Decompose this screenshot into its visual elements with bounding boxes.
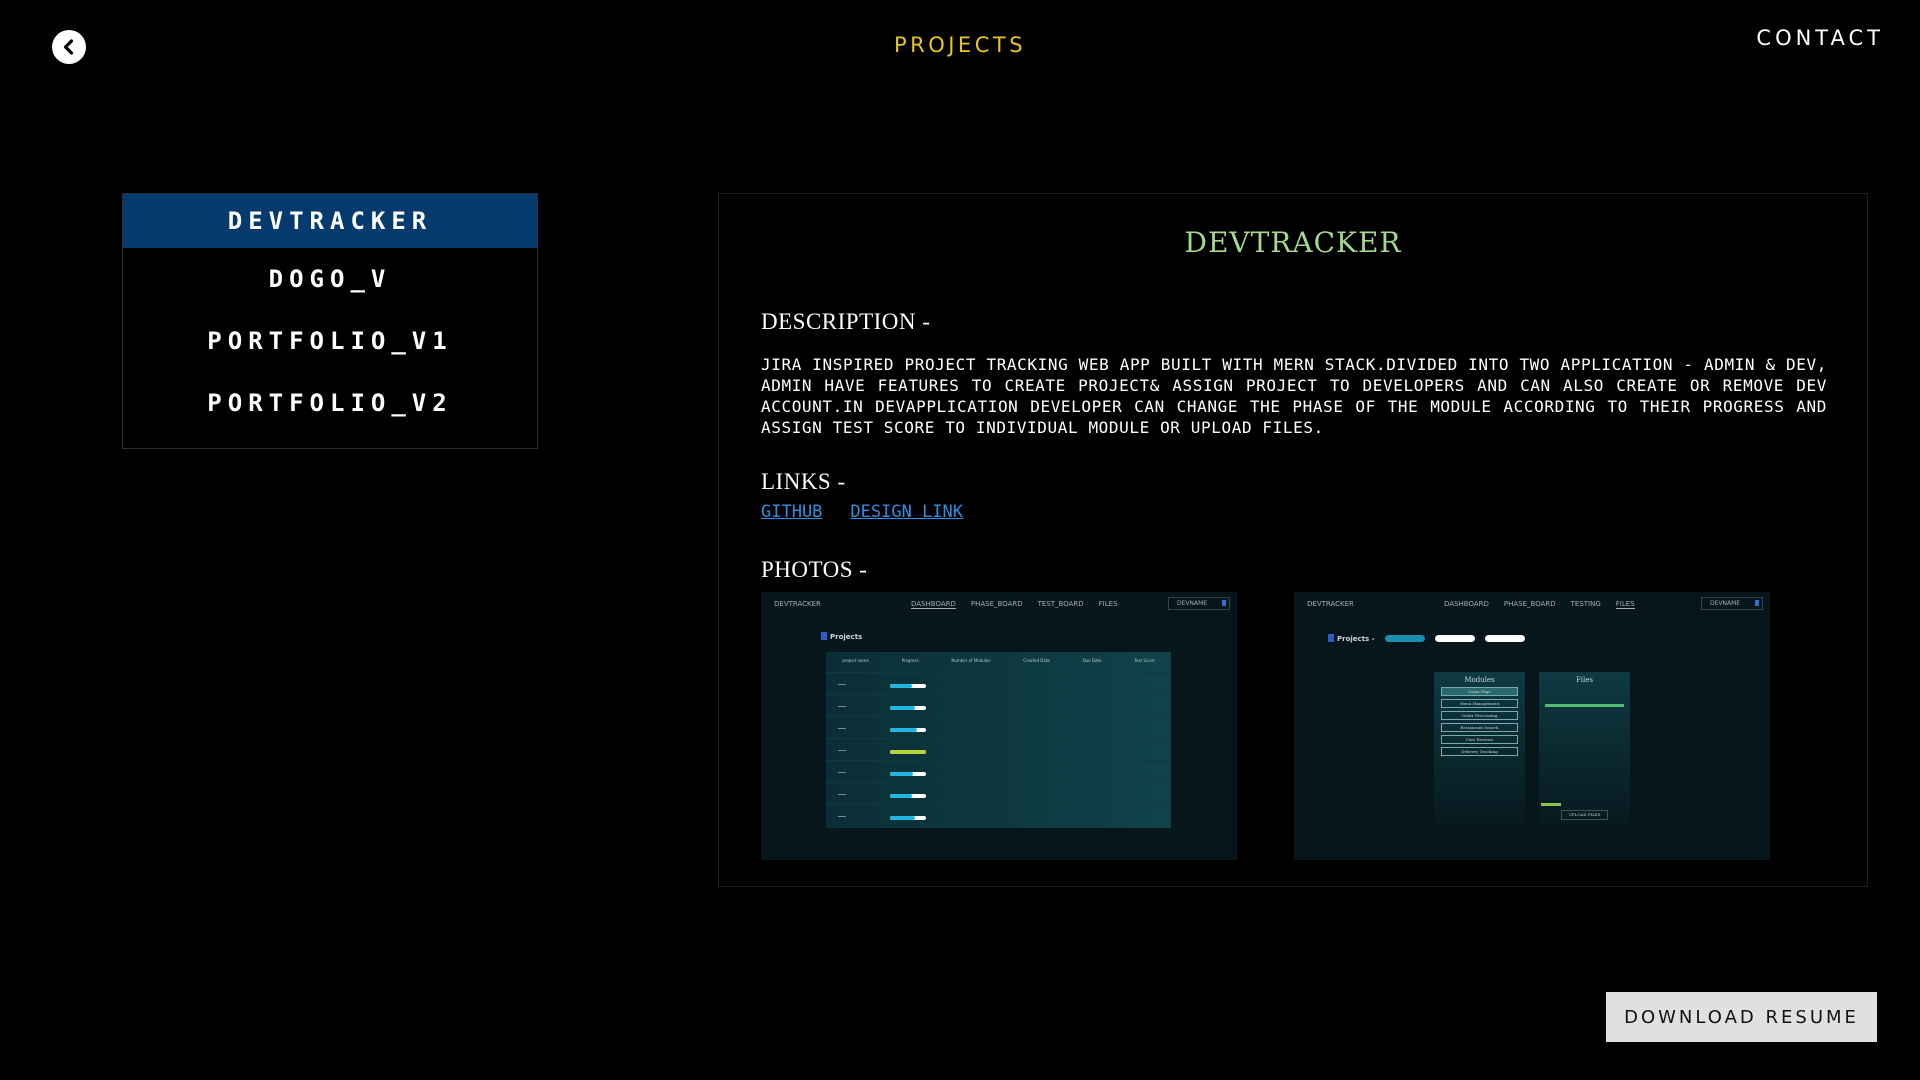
photo-col-header: project name: [842, 658, 869, 663]
photo-files-title: Files: [1575, 676, 1594, 684]
photo-user-box: DEVNAME: [1168, 597, 1230, 610]
photo-col-header: Due Date: [1082, 658, 1102, 663]
photo-nav-item: DASHBOARD: [911, 600, 956, 609]
photo-module-item: Order Processing: [1441, 711, 1518, 720]
design-link[interactable]: DESIGN LINK: [850, 502, 963, 522]
project-item-portfolio-v1[interactable]: PORTFOLIO_V1: [123, 310, 537, 372]
progress-fill: [890, 706, 916, 710]
photo-projects-title: Projects: [821, 632, 862, 641]
photo-table-row: [826, 782, 1171, 805]
photo-table-row: [826, 738, 1171, 761]
page-title: PROJECTS: [893, 33, 1027, 57]
photo-table-row: [826, 694, 1171, 717]
photo-table-row: [826, 760, 1171, 783]
photo-nav-item: TEST_BOARD: [1037, 600, 1084, 608]
photo-dashboard[interactable]: DEVTRACKER DASHBOARD PHASE_BOARD TEST_BO…: [761, 592, 1237, 860]
photo-table-row: [826, 672, 1171, 695]
photo-user-box: DEVNAME: [1701, 597, 1763, 610]
contact-link[interactable]: CONTACT: [1756, 26, 1884, 50]
links-heading: LINKS -: [761, 469, 846, 494]
photo-brand: DEVTRACKER: [774, 600, 821, 608]
photo-projects-title: Projects -: [1328, 634, 1375, 643]
photo-file-row: [1545, 704, 1624, 707]
photo-col-header: Test Score: [1134, 658, 1155, 663]
description-text: JIRA INSPIRED PROJECT TRACKING WEB APP B…: [761, 355, 1827, 437]
photo-filter-pills: Projects -: [1328, 634, 1525, 643]
photo-module-item: Restaurant Search: [1441, 723, 1518, 732]
photo-projects-table: project name Progress Number of Modules …: [826, 652, 1171, 828]
photo-files[interactable]: DEVTRACKER DASHBOARD PHASE_BOARD TESTING…: [1294, 592, 1770, 860]
photo-modules-panel: Modules Login Page Menu Management Order…: [1434, 672, 1525, 824]
project-title: DEVTRACKER: [1184, 226, 1402, 259]
links-row: GITHUB DESIGN LINK: [761, 502, 963, 522]
progress-fill: [890, 816, 916, 820]
photo-table-row: [826, 804, 1171, 827]
photo-upload-button: UPLOAD FILES: [1561, 810, 1608, 820]
download-resume-button[interactable]: DOWNLOAD RESUME: [1606, 992, 1877, 1042]
photo-nav-item: TESTING: [1570, 600, 1601, 608]
progress-fill: [890, 772, 914, 776]
photo-nav-item: PHASE_BOARD: [1503, 600, 1556, 608]
progress-fill: [890, 684, 912, 688]
photo-module-item: Login Page: [1441, 687, 1518, 696]
photo-nav-item: DASHBOARD: [1444, 600, 1489, 608]
photo-module-item: User Reviews: [1441, 735, 1518, 744]
progress-fill: [890, 794, 912, 798]
photo-modules-title: Modules: [1464, 676, 1495, 684]
photo-nav-item: FILES: [1098, 600, 1118, 608]
photo-col-header: Progress: [901, 658, 919, 663]
photo-col-header: Number of Modules: [951, 658, 991, 663]
github-link[interactable]: GITHUB: [761, 502, 822, 522]
photo-pill: [1484, 635, 1525, 642]
photo-col-header: Created Date: [1023, 658, 1050, 663]
photo-module-item: Menu Management: [1441, 699, 1518, 708]
progress-fill: [890, 728, 917, 732]
photo-pill: [1434, 635, 1475, 642]
photo-topbar: DEVTRACKER DASHBOARD PHASE_BOARD TESTING…: [1294, 592, 1770, 614]
photo-nav-item: PHASE_BOARD: [970, 600, 1023, 608]
project-detail-card: DEVTRACKER DESCRIPTION - JIRA INSPIRED P…: [718, 193, 1868, 887]
photos-heading: PHOTOS -: [761, 557, 868, 582]
description-heading: DESCRIPTION -: [761, 309, 931, 334]
project-item-portfolio-v2[interactable]: PORTFOLIO_V2: [123, 372, 537, 434]
project-item-devtracker[interactable]: DEVTRACKER: [123, 194, 537, 248]
photo-upload-progress: [1541, 803, 1561, 806]
project-list: DEVTRACKER DOGO_V PORTFOLIO_V1 PORTFOLIO…: [122, 193, 538, 449]
photo-module-item: Delivery Tracking: [1441, 747, 1518, 756]
project-item-dogo-v[interactable]: DOGO_V: [123, 248, 537, 310]
photo-brand: DEVTRACKER: [1307, 600, 1354, 608]
photo-files-panel: Files UPLOAD FILES: [1539, 672, 1630, 824]
photo-table-row: [826, 716, 1171, 739]
photo-topbar: DEVTRACKER DASHBOARD PHASE_BOARD TEST_BO…: [761, 592, 1237, 614]
progress-fill: [890, 750, 926, 754]
photo-nav-item: FILES: [1615, 600, 1635, 609]
photo-pill: [1384, 635, 1425, 642]
